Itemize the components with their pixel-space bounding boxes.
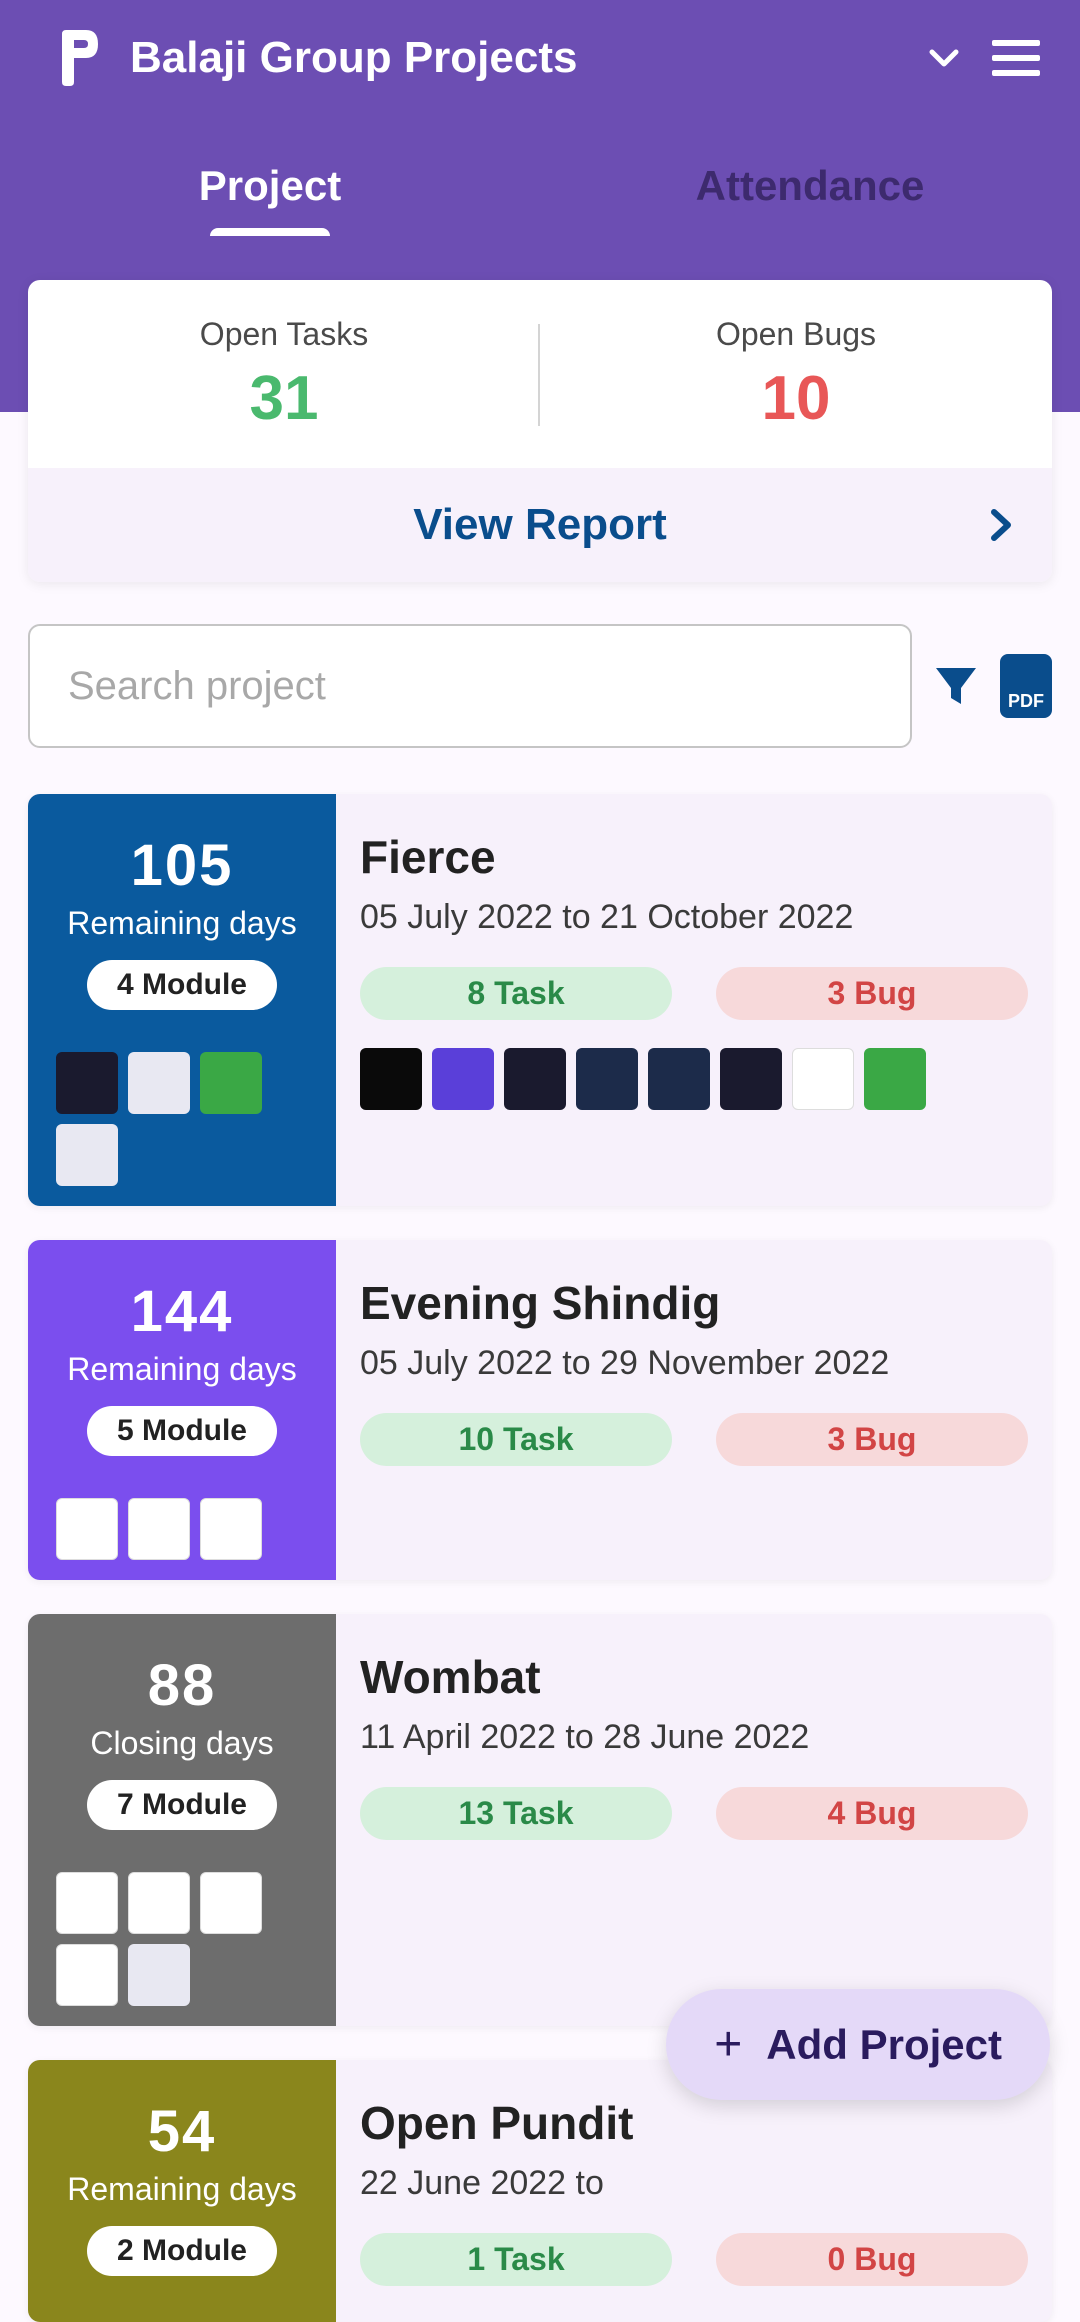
task-badge: 10 Task [360,1413,672,1466]
days-label: Remaining days [67,1351,296,1388]
thumbnail-icon [200,1498,262,1560]
thumbnail-icon [648,1048,710,1110]
days-number: 144 [131,1278,234,1345]
view-report-button[interactable]: View Report [28,468,1052,582]
open-tasks-label: Open Tasks [28,316,540,353]
module-badge: 7 Module [87,1780,277,1830]
open-tasks-stat: Open Tasks 31 [28,316,540,434]
header-top: Balaji Group Projects [0,0,1080,86]
badges: 13 Task 4 Bug [360,1787,1028,1840]
thumbnail-icon [864,1048,926,1110]
view-report-label: View Report [413,500,666,550]
project-card[interactable]: 105 Remaining days 4 Module Fierce 05 Ju… [28,794,1052,1206]
workspace-title: Balaji Group Projects [130,33,896,83]
thumbnail-icon [128,1498,190,1560]
project-dates: 22 June 2022 to [360,2164,1028,2203]
thumbnail-icon [792,1048,854,1110]
add-project-button[interactable]: + Add Project [666,1989,1050,2100]
app-logo [50,30,100,86]
project-name: Evening Shindig [360,1276,1028,1330]
project-name: Wombat [360,1650,1028,1704]
thumbnail-icon [504,1048,566,1110]
chevron-right-icon [990,508,1012,542]
task-badge: 1 Task [360,2233,672,2286]
add-project-label: Add Project [766,2021,1002,2069]
thumbnail-icon [128,1872,190,1934]
thumbnail-icon [56,1872,118,1934]
days-number: 88 [148,1652,217,1719]
badges: 1 Task 0 Bug [360,2233,1028,2286]
thumbnail-icon [432,1048,494,1110]
thumbnails [42,1052,322,1186]
thumbnail-icon [200,1052,262,1114]
project-side-panel: 144 Remaining days 5 Module [28,1240,336,1580]
task-badge: 13 Task [360,1787,672,1840]
thumbnail-icon [56,1124,118,1186]
project-dates: 05 July 2022 to 29 November 2022 [360,1344,1028,1383]
thumbnail-icon [56,1944,118,2006]
thumbnail-icon [200,1872,262,1934]
thumbnail-icon [720,1048,782,1110]
days-label: Closing days [90,1725,273,1762]
thumbnail-icon [576,1048,638,1110]
tab-attendance[interactable]: Attendance [540,142,1080,230]
tab-project[interactable]: Project [0,142,540,230]
bug-badge: 0 Bug [716,2233,1028,2286]
days-label: Remaining days [67,2171,296,2208]
bug-badge: 3 Bug [716,967,1028,1020]
thumbnail-icon [128,1052,190,1114]
open-bugs-label: Open Bugs [540,316,1052,353]
badges: 10 Task 3 Bug [360,1413,1028,1466]
open-bugs-value: 10 [540,363,1052,434]
task-badge: 8 Task [360,967,672,1020]
open-tasks-value: 31 [28,363,540,434]
plus-icon: + [714,2017,742,2072]
module-badge: 4 Module [87,960,277,1010]
project-card[interactable]: 144 Remaining days 5 Module Evening Shin… [28,1240,1052,1580]
thumbnail-icon [56,1498,118,1560]
days-number: 105 [131,832,234,899]
thumbnails [42,1498,322,1560]
bug-badge: 3 Bug [716,1413,1028,1466]
days-number: 54 [148,2098,217,2165]
days-label: Remaining days [67,905,296,942]
project-dates: 11 April 2022 to 28 June 2022 [360,1718,1028,1757]
stats-card: Open Tasks 31 Open Bugs 10 View Report [28,280,1052,582]
project-dates: 05 July 2022 to 21 October 2022 [360,898,1028,937]
thumbnail-icon [56,1052,118,1114]
project-info: Wombat 11 April 2022 to 28 June 2022 13 … [336,1614,1052,2026]
badges: 8 Task 3 Bug [360,967,1028,1020]
project-name: Fierce [360,830,1028,884]
main-tabs: Project Attendance [0,142,1080,230]
open-bugs-stat: Open Bugs 10 [540,316,1052,434]
hamburger-menu-icon[interactable] [992,40,1040,76]
module-badge: 5 Module [87,1406,277,1456]
bug-badge: 4 Bug [716,1787,1028,1840]
stats-row: Open Tasks 31 Open Bugs 10 [28,280,1052,468]
project-name: Open Pundit [360,2096,1028,2150]
thumbnails-extra [360,1048,1028,1110]
search-row: PDF [0,624,1080,748]
export-pdf-button[interactable]: PDF [1000,654,1052,718]
workspace-dropdown-chevron[interactable] [926,40,962,76]
project-info: Fierce 05 July 2022 to 21 October 2022 8… [336,794,1052,1206]
module-badge: 2 Module [87,2226,277,2276]
thumbnail-icon [128,1944,190,2006]
thumbnails [42,1872,322,2006]
project-side-panel: 105 Remaining days 4 Module [28,794,336,1206]
thumbnail-icon [360,1048,422,1110]
project-info: Evening Shindig 05 July 2022 to 29 Novem… [336,1240,1052,1580]
project-side-panel: 88 Closing days 7 Module [28,1614,336,2026]
search-input[interactable] [28,624,912,748]
filter-icon[interactable] [934,664,978,708]
project-side-panel: 54 Remaining days 2 Module [28,2060,336,2322]
project-card[interactable]: 88 Closing days 7 Module Wombat 11 April… [28,1614,1052,2026]
